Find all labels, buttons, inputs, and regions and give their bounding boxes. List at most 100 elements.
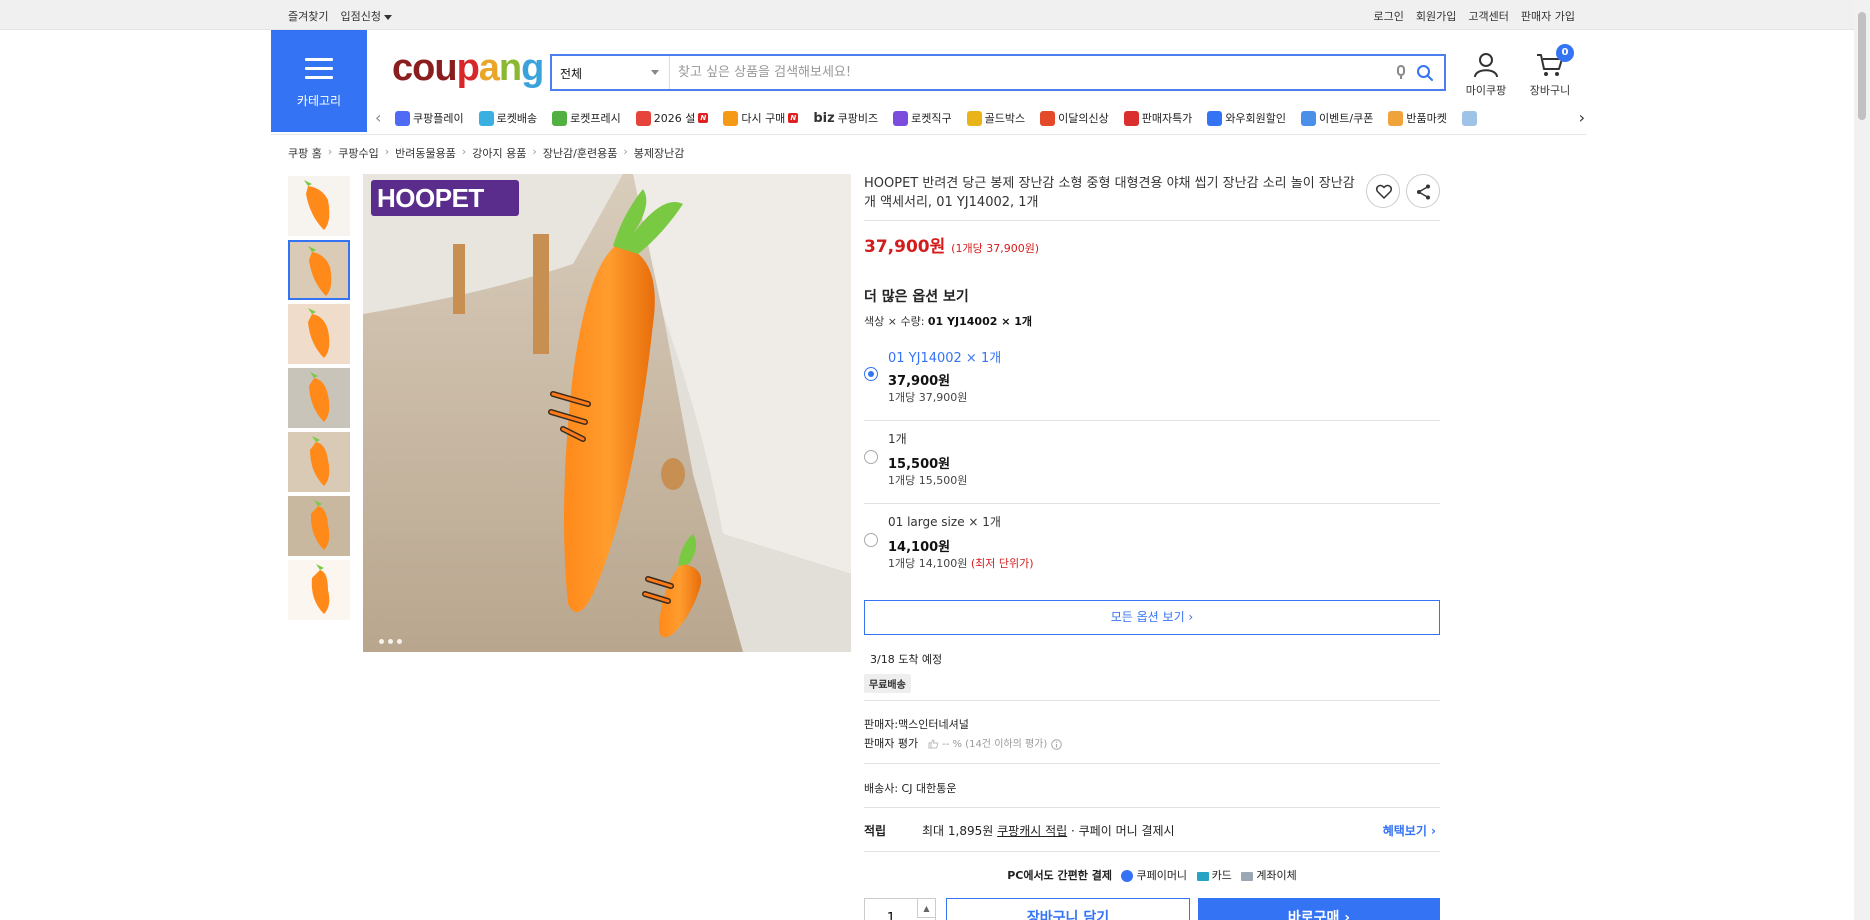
product-thumbnail[interactable] [288,432,350,492]
product-thumbnail[interactable] [288,496,350,556]
pagination-dot[interactable] [379,639,384,644]
nav-item[interactable]: 반품마켓 [1388,110,1447,126]
quantity-input[interactable] [865,899,917,920]
chevron-left-icon[interactable]: ‹ [375,108,381,127]
reward-max: 최대 1,895원 [922,824,994,838]
customer-center-link[interactable]: 고객센터 [1468,8,1508,24]
breadcrumb: 쿠팡 홈 › 쿠팡수입 › 반려동물용품 › 강아지 용품 › 장난감/훈련용품 › 봉제장난감 [288,145,684,161]
option-radio[interactable] [864,367,878,381]
nav-item[interactable]: 판매자특가 [1123,110,1192,126]
nav-item[interactable]: biz 쿠팡비즈 [813,110,878,126]
nav-item[interactable]: 로켓배송 [478,110,537,126]
nav-item[interactable]: 2026 설N [635,110,709,126]
goldbox-icon [966,110,982,126]
nav-item[interactable]: 다시 구매 N [723,110,799,126]
image-pagination-dots [379,639,402,644]
coupang-logo[interactable]: coupang [392,46,544,90]
top-utility-bar: 즐겨찾기 입점신청 로그인 회원가입 고객센터 판매자 가입 [0,0,1870,30]
main-product-image[interactable]: HOOPET [363,174,851,652]
bookmark-link[interactable]: 즐겨찾기 [288,8,328,24]
quantity-stepper: ▲ [864,898,936,920]
signup-link[interactable]: 회원가입 [1416,8,1456,24]
nav-item[interactable]: 이달의신상 [1040,110,1109,126]
cart-link[interactable]: 장바구니 0 [1524,44,1576,98]
breadcrumb-item[interactable]: 장난감/훈련용품 [543,145,618,161]
seller-apply-link[interactable]: 입점신청 [340,8,392,24]
payment-heading: PC에서도 간편한 결제 [1007,869,1112,882]
mypage-link[interactable]: 마이쿠팡 [1460,52,1512,98]
nav-item[interactable]: 이벤트/쿠폰 [1301,110,1373,126]
scrollbar[interactable] [1854,0,1870,920]
view-all-options-button[interactable]: 모든 옵션 보기 › [864,600,1440,635]
product-thumbnail[interactable] [288,560,350,620]
divider [864,700,1440,701]
option-name: 01 YJ14002 × 1개 [888,351,1002,366]
chevron-right-icon[interactable]: › [1579,108,1585,127]
breadcrumb-item[interactable]: 봉제장난감 [634,145,685,161]
category-label: 카테고리 [296,94,342,108]
option-item[interactable]: 01 large size × 1개 14,100원 1개당 14,100원 (최저… [864,503,1440,586]
divider [271,134,1586,135]
nav-item[interactable]: 쿠팡플레이 [395,110,464,126]
product-title: HOOPET 반려견 당근 봉제 장난감 소형 중형 대형견용 야채 씹기 장난… [864,176,1355,210]
coupang-cash-link[interactable]: 쿠팡캐시 적립 [997,824,1067,838]
wishlist-button[interactable] [1366,174,1400,208]
rocket-icon [478,110,494,126]
product-thumbnail[interactable] [288,368,350,428]
login-link[interactable]: 로그인 [1374,8,1404,24]
new-badge: N [788,113,799,123]
breadcrumb-item[interactable]: 반려동물용품 [395,145,456,161]
reward-row: 적립 최대 1,895원 쿠팡캐시 적립 · 쿠페이 머니 결제시 혜택보기 › [864,822,1440,839]
wow-icon [1207,110,1223,126]
breadcrumb-item[interactable]: 쿠팡 홈 [288,145,322,161]
divider [864,763,1440,764]
home-icon [723,110,739,126]
seller-rating: 판매자 평가 -- % (14건 이하의 평가) [864,735,1062,751]
seller-name[interactable]: 판매자:맥스인터네셔널 [864,716,969,732]
option-radio[interactable] [864,533,878,547]
search-icon[interactable] [1416,64,1434,82]
category-menu-button[interactable]: 카테고리 [271,30,367,132]
nav-item[interactable]: 로켓프레시 [552,110,621,126]
thumbnail-list [288,176,350,624]
pagination-dot[interactable] [397,639,402,644]
option-radio[interactable] [864,450,878,464]
product-thumbnail[interactable] [288,176,350,236]
heart-icon [1375,184,1393,199]
product-thumbnail[interactable] [288,240,350,300]
option-item[interactable]: 1개 15,500원 1개당 15,500원 [864,420,1440,503]
option-item[interactable]: 01 YJ14002 × 1개 37,900원 1개당 37,900원 [864,337,1440,420]
add-to-cart-button[interactable]: 장바구니 담기 [946,898,1190,920]
user-icon [1474,53,1498,78]
chevron-right-icon: › [461,145,467,158]
breadcrumb-item[interactable]: 강아지 용품 [472,145,526,161]
divider [864,807,1440,808]
search-input[interactable] [678,60,1358,85]
chevron-up-icon[interactable]: ▲ [917,899,935,918]
pagination-dot[interactable] [388,639,393,644]
nav-item[interactable]: 로켓직구 [893,110,952,126]
info-icon[interactable] [1050,738,1062,750]
new-products-icon [1040,110,1056,126]
nav-item[interactable]: 골드박스 [966,110,1025,126]
seller-signup-link[interactable]: 판매자 가입 [1521,8,1575,24]
product-thumbnail[interactable] [288,304,350,364]
share-button[interactable] [1406,174,1440,208]
search-category-select[interactable]: 전체 [552,56,670,89]
unit-price: (1개당 37,900원) [951,242,1040,255]
chevron-right-icon: › [327,145,333,158]
seller-deal-icon [1123,110,1139,126]
mic-icon[interactable] [1396,65,1406,81]
nav-item[interactable]: 와우회원할인 [1207,110,1286,126]
option-unit-price: 1개당 37,900원 [888,391,968,404]
scrollbar-thumb[interactable] [1858,12,1866,120]
buy-now-button[interactable]: 바로구매 › [1198,898,1440,920]
chevron-down-icon [651,70,659,75]
view-benefits-link[interactable]: 혜택보기 › [1383,822,1436,839]
biz-logo: biz [813,110,835,126]
breadcrumb-item[interactable]: 쿠팡수입 [338,145,378,161]
option-unit-price: 1개당 14,100원 (최저 단위가) [888,557,1034,570]
option-price: 15,500원 [888,457,951,472]
nav-item[interactable] [1461,110,1480,126]
chevron-right-icon: › [532,145,537,158]
